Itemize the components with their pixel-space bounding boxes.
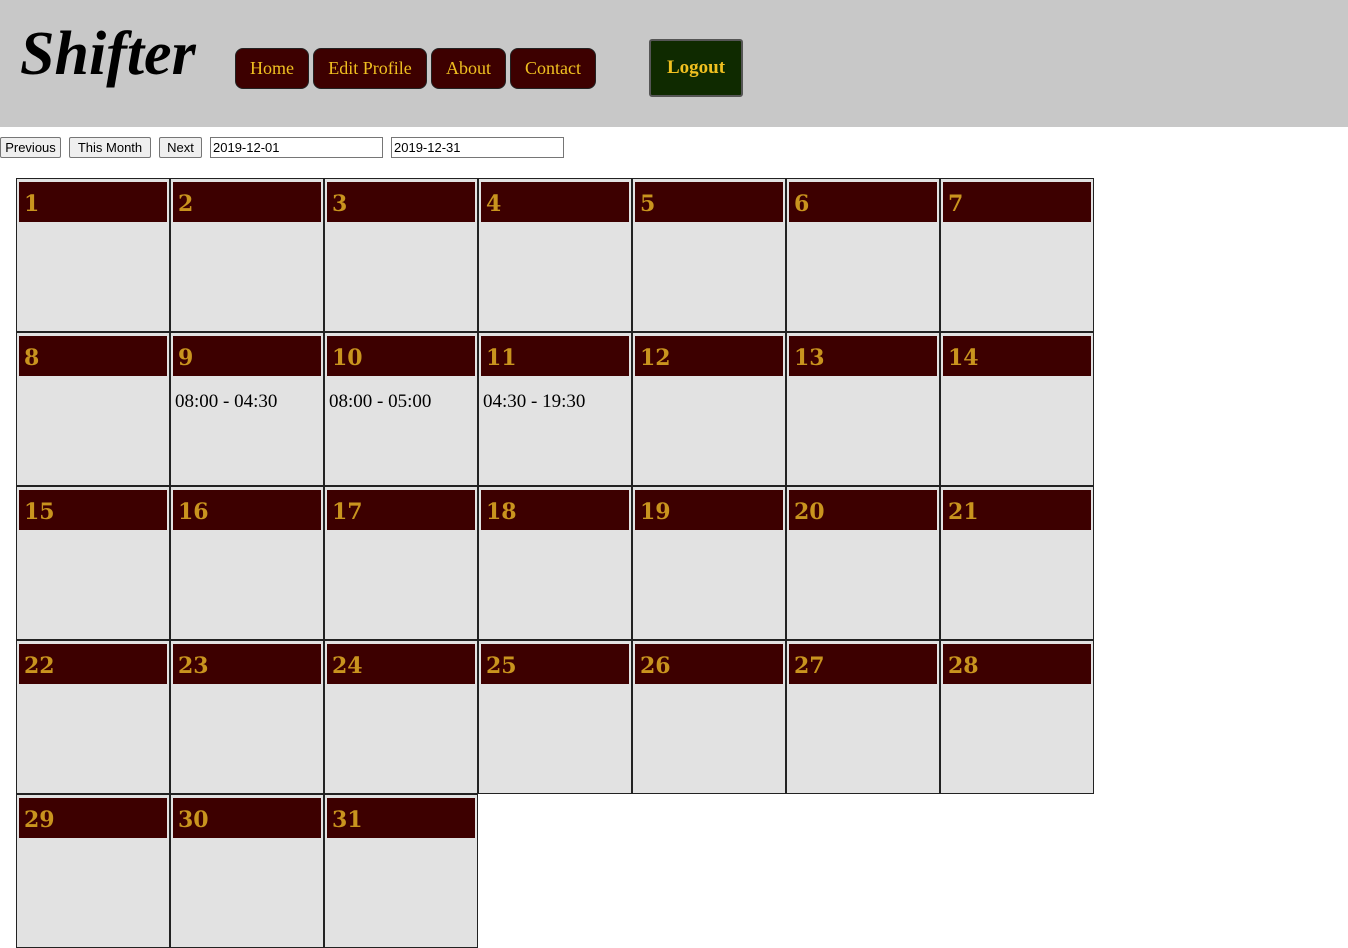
day-number: 18 xyxy=(481,490,629,530)
day-number: 31 xyxy=(327,798,475,838)
calendar-day-cell[interactable]: 9 08:00 - 04:30 xyxy=(170,332,324,486)
day-number: 1 xyxy=(19,182,167,222)
app-logo: Shifter xyxy=(20,20,196,88)
day-number: 5 xyxy=(635,182,783,222)
calendar-day-cell[interactable]: 25 xyxy=(478,640,632,794)
calendar-day-cell[interactable]: 28 xyxy=(940,640,1094,794)
calendar-day-cell[interactable]: 21 xyxy=(940,486,1094,640)
calendar-day-cell[interactable]: 30 xyxy=(170,794,324,948)
day-number: 7 xyxy=(943,182,1091,222)
day-number: 21 xyxy=(943,490,1091,530)
calendar-day-cell[interactable]: 29 xyxy=(16,794,170,948)
day-number: 26 xyxy=(635,644,783,684)
day-number: 22 xyxy=(19,644,167,684)
nav-home-button[interactable]: Home xyxy=(235,48,309,89)
calendar-day-cell[interactable]: 11 04:30 - 19:30 xyxy=(478,332,632,486)
day-number: 29 xyxy=(19,798,167,838)
calendar-day-cell[interactable]: 13 xyxy=(786,332,940,486)
calendar-day-cell[interactable]: 15 xyxy=(16,486,170,640)
day-number: 25 xyxy=(481,644,629,684)
nav-about-button[interactable]: About xyxy=(431,48,506,89)
calendar-day-cell[interactable]: 31 xyxy=(324,794,478,948)
calendar-day-cell[interactable]: 14 xyxy=(940,332,1094,486)
day-number: 8 xyxy=(19,336,167,376)
calendar-day-cell[interactable]: 26 xyxy=(632,640,786,794)
calendar-day-cell[interactable]: 8 xyxy=(16,332,170,486)
nav-contact-button[interactable]: Contact xyxy=(510,48,596,89)
day-number: 15 xyxy=(19,490,167,530)
shift-time: 08:00 - 05:00 xyxy=(329,391,432,412)
previous-month-button[interactable]: Previous xyxy=(0,137,61,158)
day-number: 27 xyxy=(789,644,937,684)
calendar-day-cell[interactable]: 22 xyxy=(16,640,170,794)
logout-button[interactable]: Logout xyxy=(649,39,743,97)
this-month-button[interactable]: This Month xyxy=(69,137,151,158)
day-number: 10 xyxy=(327,336,475,376)
nav-edit-profile-button[interactable]: Edit Profile xyxy=(313,48,427,89)
day-number: 4 xyxy=(481,182,629,222)
calendar-day-cell[interactable]: 24 xyxy=(324,640,478,794)
day-number: 17 xyxy=(327,490,475,530)
calendar-day-cell[interactable]: 18 xyxy=(478,486,632,640)
calendar-day-cell[interactable]: 4 xyxy=(478,178,632,332)
day-number: 24 xyxy=(327,644,475,684)
calendar-day-cell[interactable]: 12 xyxy=(632,332,786,486)
calendar-day-cell[interactable]: 20 xyxy=(786,486,940,640)
day-number: 13 xyxy=(789,336,937,376)
day-number: 19 xyxy=(635,490,783,530)
day-number: 28 xyxy=(943,644,1091,684)
day-number: 6 xyxy=(789,182,937,222)
day-number: 9 xyxy=(173,336,321,376)
day-number: 11 xyxy=(481,336,629,376)
day-number: 14 xyxy=(943,336,1091,376)
next-month-button[interactable]: Next xyxy=(159,137,202,158)
calendar-day-cell[interactable]: 10 08:00 - 05:00 xyxy=(324,332,478,486)
day-number: 3 xyxy=(327,182,475,222)
day-number: 23 xyxy=(173,644,321,684)
calendar-day-cell[interactable]: 19 xyxy=(632,486,786,640)
calendar-day-cell[interactable]: 7 xyxy=(940,178,1094,332)
header-bar: Shifter Home Edit Profile About Contact … xyxy=(0,0,1348,127)
calendar-day-cell[interactable]: 3 xyxy=(324,178,478,332)
day-number: 30 xyxy=(173,798,321,838)
calendar-day-cell[interactable]: 16 xyxy=(170,486,324,640)
shift-time: 08:00 - 04:30 xyxy=(175,391,278,412)
calendar-day-cell[interactable]: 17 xyxy=(324,486,478,640)
calendar-day-cell[interactable]: 5 xyxy=(632,178,786,332)
calendar-day-cell[interactable]: 23 xyxy=(170,640,324,794)
day-number: 2 xyxy=(173,182,321,222)
day-number: 12 xyxy=(635,336,783,376)
day-number: 20 xyxy=(789,490,937,530)
start-date-input[interactable] xyxy=(210,137,383,158)
calendar-day-cell[interactable]: 27 xyxy=(786,640,940,794)
calendar-day-cell[interactable]: 2 xyxy=(170,178,324,332)
shift-time: 04:30 - 19:30 xyxy=(483,391,586,412)
calendar-day-cell[interactable]: 6 xyxy=(786,178,940,332)
calendar-day-cell[interactable]: 1 xyxy=(16,178,170,332)
end-date-input[interactable] xyxy=(391,137,564,158)
day-number: 16 xyxy=(173,490,321,530)
